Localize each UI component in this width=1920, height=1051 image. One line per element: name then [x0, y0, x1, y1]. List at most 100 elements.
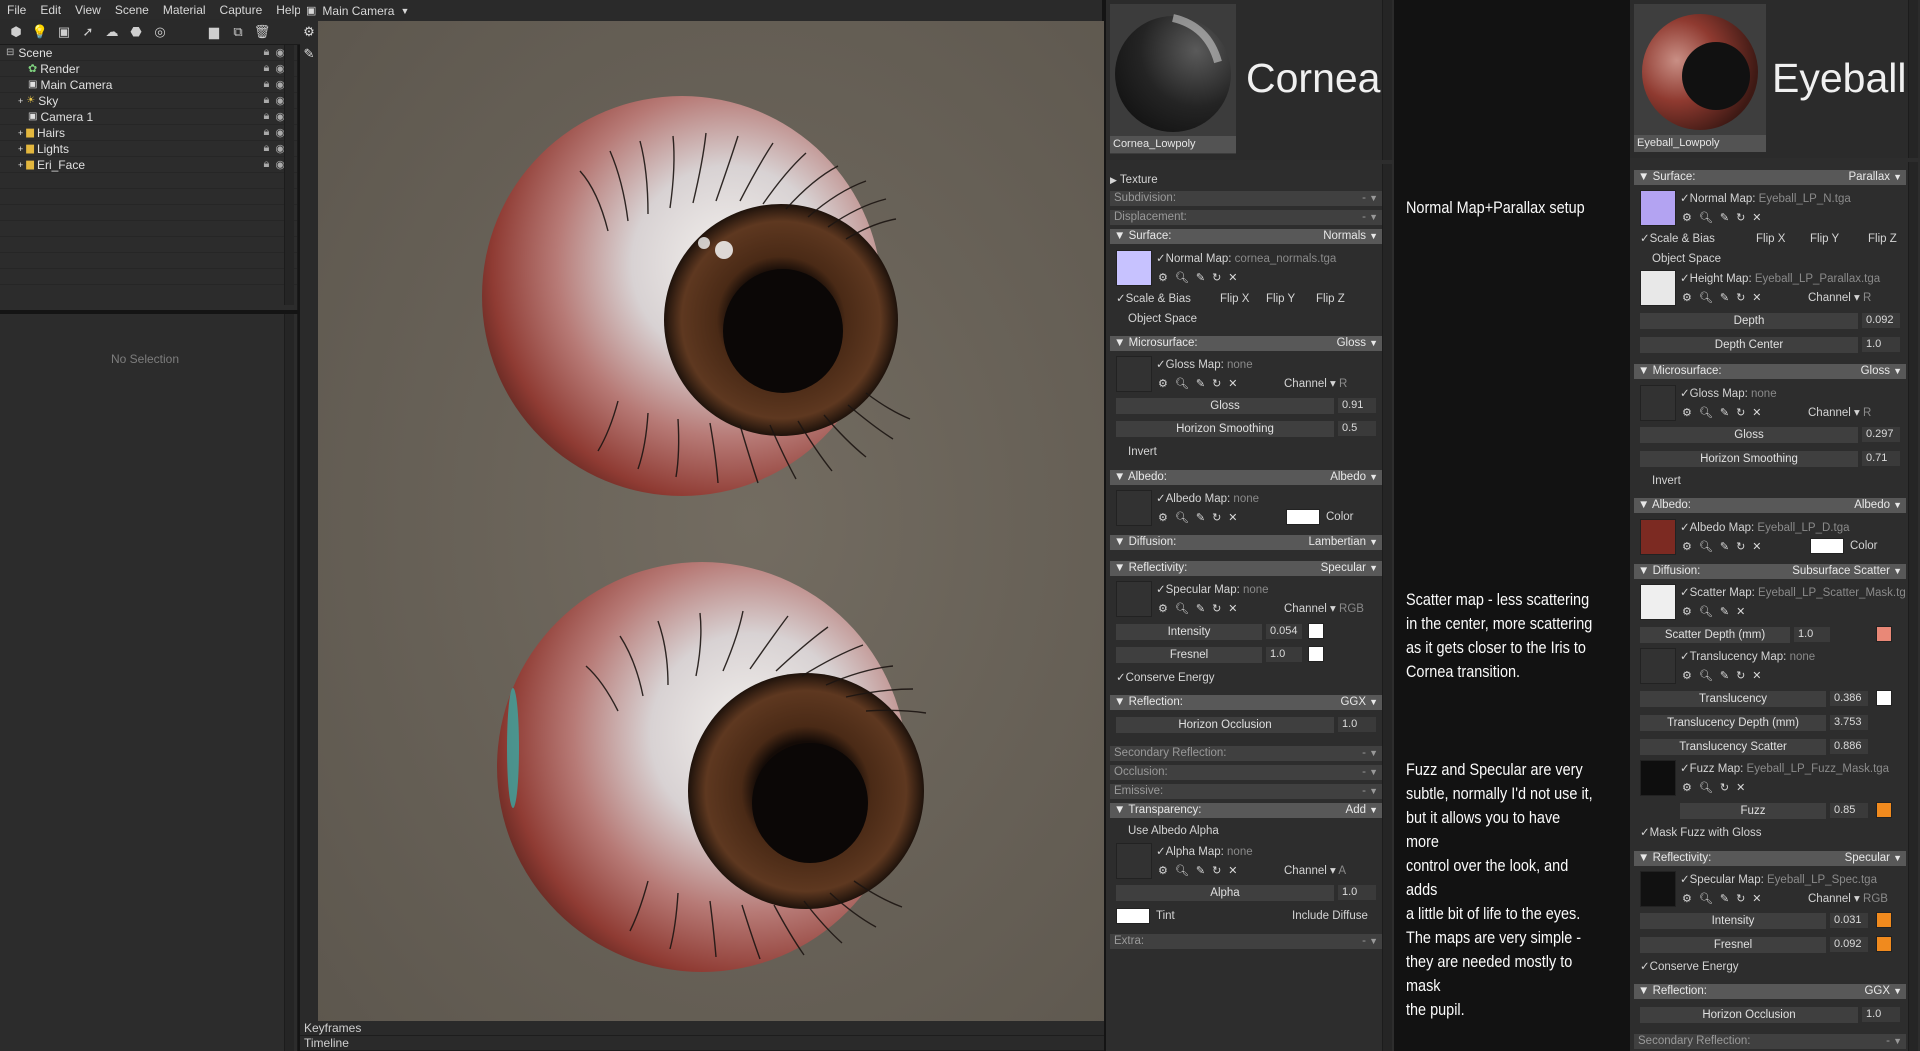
albedo-map-chip[interactable]: [1640, 519, 1676, 555]
menu-capture[interactable]: Capture: [213, 3, 270, 17]
pencil-icon[interactable]: ✎: [1196, 602, 1205, 616]
gloss-map-chip[interactable]: [1116, 356, 1152, 392]
search-icon[interactable]: 🔍︎: [1175, 377, 1189, 391]
albedo-section[interactable]: ▼ Albedo: Albedo ▼: [1110, 470, 1382, 485]
invert-checkbox[interactable]: Invert: [1128, 443, 1157, 461]
object-space-checkbox[interactable]: Object Space: [1128, 310, 1197, 328]
subdivision-section[interactable]: Subdivision: - ▼: [1110, 191, 1382, 206]
close-icon[interactable]: ✕: [1228, 377, 1237, 391]
add-turntable-icon[interactable]: ◎: [152, 24, 168, 40]
search-icon[interactable]: 🔍︎: [1699, 669, 1713, 683]
search-icon[interactable]: 🔍︎: [1175, 602, 1189, 616]
alpha-map-row[interactable]: ✓Alpha Map: none: [1156, 843, 1253, 861]
cornea-scrollbar[interactable]: [1382, 164, 1392, 1051]
timeline-label[interactable]: Timeline: [300, 1036, 1104, 1051]
fresnel-value[interactable]: 1.0: [1266, 647, 1302, 662]
refresh-icon[interactable]: ↻: [1212, 271, 1221, 285]
expand-icon[interactable]: +: [18, 96, 23, 106]
gear-icon[interactable]: ⚙: [1682, 669, 1692, 683]
gloss-slider[interactable]: Gloss: [1116, 398, 1334, 414]
expand-icon[interactable]: +: [18, 128, 23, 138]
gear-icon[interactable]: ⚙: [1682, 406, 1692, 420]
pencil-icon[interactable]: ✎: [1720, 892, 1729, 906]
search-icon[interactable]: 🔍︎: [1699, 211, 1713, 225]
specular-map-chip[interactable]: [1116, 581, 1152, 617]
gear-icon[interactable]: ⚙: [1682, 605, 1692, 619]
delete-icon[interactable]: 🗑: [254, 24, 271, 40]
lock-icon[interactable]: 🔒︎: [264, 142, 270, 155]
conserve-energy-checkbox[interactable]: ✓Conserve Energy: [1640, 958, 1739, 976]
viewport-render[interactable]: [318, 21, 1104, 1021]
search-icon[interactable]: 🔍︎: [1175, 864, 1189, 878]
fuzz-slider[interactable]: Fuzz: [1680, 803, 1826, 819]
fresnel-color-swatch[interactable]: [1308, 646, 1324, 662]
close-icon[interactable]: ✕: [1752, 406, 1761, 420]
refresh-icon[interactable]: ↻: [1736, 211, 1745, 225]
search-icon[interactable]: 🔍︎: [1175, 271, 1189, 285]
horizon-occlusion-slider[interactable]: Horizon Occlusion: [1116, 717, 1334, 733]
close-icon[interactable]: ✕: [1228, 602, 1237, 616]
cornea-header-scrollbar[interactable]: [1382, 0, 1392, 160]
refresh-icon[interactable]: ↻: [1212, 602, 1221, 616]
gear-icon[interactable]: ⚙: [1158, 271, 1168, 285]
refresh-icon[interactable]: ↻: [1736, 892, 1745, 906]
gear-icon[interactable]: ⚙: [1158, 377, 1168, 391]
add-hair-icon[interactable]: ➚: [80, 24, 96, 40]
search-icon[interactable]: 🔍︎: [1699, 540, 1713, 554]
normal-map-row[interactable]: ✓Normal Map: cornea_normals.tga: [1156, 250, 1336, 268]
refresh-icon[interactable]: ↻: [1736, 406, 1745, 420]
keyframes-label[interactable]: Keyframes: [300, 1021, 1104, 1036]
height-channel-select[interactable]: Channel ▾ R: [1808, 289, 1871, 307]
lock-icon[interactable]: 🔒︎: [264, 110, 270, 123]
gear-icon[interactable]: ⚙: [1682, 211, 1692, 225]
fuzz-color-swatch[interactable]: [1876, 802, 1892, 818]
add-camera-icon[interactable]: ▣: [56, 24, 72, 40]
height-map-chip[interactable]: [1640, 270, 1676, 306]
eyeball-thumbnail[interactable]: [1634, 4, 1766, 152]
object-space-checkbox[interactable]: Object Space: [1652, 250, 1721, 268]
refresh-icon[interactable]: ↻: [1212, 864, 1221, 878]
outliner-scrollbar[interactable]: [284, 45, 294, 305]
fuzz-value[interactable]: 0.85: [1830, 803, 1868, 818]
add-shadow-icon[interactable]: ⬣: [128, 24, 144, 40]
refresh-icon[interactable]: ↻: [1736, 540, 1745, 554]
normal-map-chip[interactable]: [1116, 250, 1152, 286]
refresh-icon[interactable]: ↻: [1720, 781, 1729, 795]
specular-channel-select[interactable]: Channel ▾ RGB: [1284, 600, 1364, 618]
horizon-occlusion-slider[interactable]: Horizon Occlusion: [1640, 1007, 1858, 1023]
translucency-map-chip[interactable]: [1640, 648, 1676, 684]
close-icon[interactable]: ✕: [1736, 605, 1745, 619]
translucency-scatter-slider[interactable]: Translucency Scatter: [1640, 739, 1826, 755]
scatter-depth-slider[interactable]: Scatter Depth (mm): [1640, 627, 1790, 643]
pencil-icon[interactable]: ✎: [1720, 669, 1729, 683]
refresh-icon[interactable]: ↻: [1212, 377, 1221, 391]
alpha-channel-select[interactable]: Channel ▾ A: [1284, 862, 1346, 880]
close-icon[interactable]: ✕: [1752, 291, 1761, 305]
specular-map-row[interactable]: ✓Specular Map: none: [1156, 581, 1269, 599]
chevron-down-icon[interactable]: ▼: [400, 6, 409, 16]
gear-icon[interactable]: ⚙: [1158, 864, 1168, 878]
alpha-map-chip[interactable]: [1116, 843, 1152, 879]
reflectivity-section[interactable]: ▼ Reflectivity: Specular ▼: [1110, 561, 1382, 576]
gloss-map-chip[interactable]: [1640, 385, 1676, 421]
scale-bias-row[interactable]: ✓Scale & Bias Flip X Flip Y Flip Z: [1116, 290, 1382, 308]
albedo-color-swatch[interactable]: [1810, 538, 1844, 554]
translucency-color-swatch[interactable]: [1876, 690, 1892, 706]
scatter-map-row[interactable]: ✓Scatter Map: Eyeball_LP_Scatter_Mask.tg: [1680, 584, 1906, 602]
specular-map-row[interactable]: ✓Specular Map: Eyeball_LP_Spec.tga: [1680, 871, 1877, 889]
normal-map-row[interactable]: ✓Normal Map: Eyeball_LP_N.tga: [1680, 190, 1851, 208]
use-albedo-alpha-checkbox[interactable]: Use Albedo Alpha: [1128, 822, 1219, 840]
properties-scrollbar[interactable]: [284, 314, 294, 1051]
lock-icon[interactable]: 🔒︎: [264, 126, 270, 139]
specular-map-chip[interactable]: [1640, 871, 1676, 907]
diffusion-section[interactable]: ▼ Diffusion: Subsurface Scatter ▼: [1634, 564, 1906, 579]
depth-center-slider[interactable]: Depth Center: [1640, 337, 1858, 353]
pencil-icon[interactable]: ✎: [1196, 864, 1205, 878]
albedo-map-chip[interactable]: [1116, 490, 1152, 526]
camera-select[interactable]: Main Camera: [322, 4, 394, 18]
conserve-energy-checkbox[interactable]: ✓Conserve Energy: [1116, 669, 1215, 687]
close-icon[interactable]: ✕: [1752, 540, 1761, 554]
surface-section[interactable]: ▼ Surface: Normals ▼: [1110, 229, 1382, 244]
depth-center-value[interactable]: 1.0: [1862, 337, 1900, 352]
cornea-thumbnail[interactable]: [1110, 4, 1236, 154]
